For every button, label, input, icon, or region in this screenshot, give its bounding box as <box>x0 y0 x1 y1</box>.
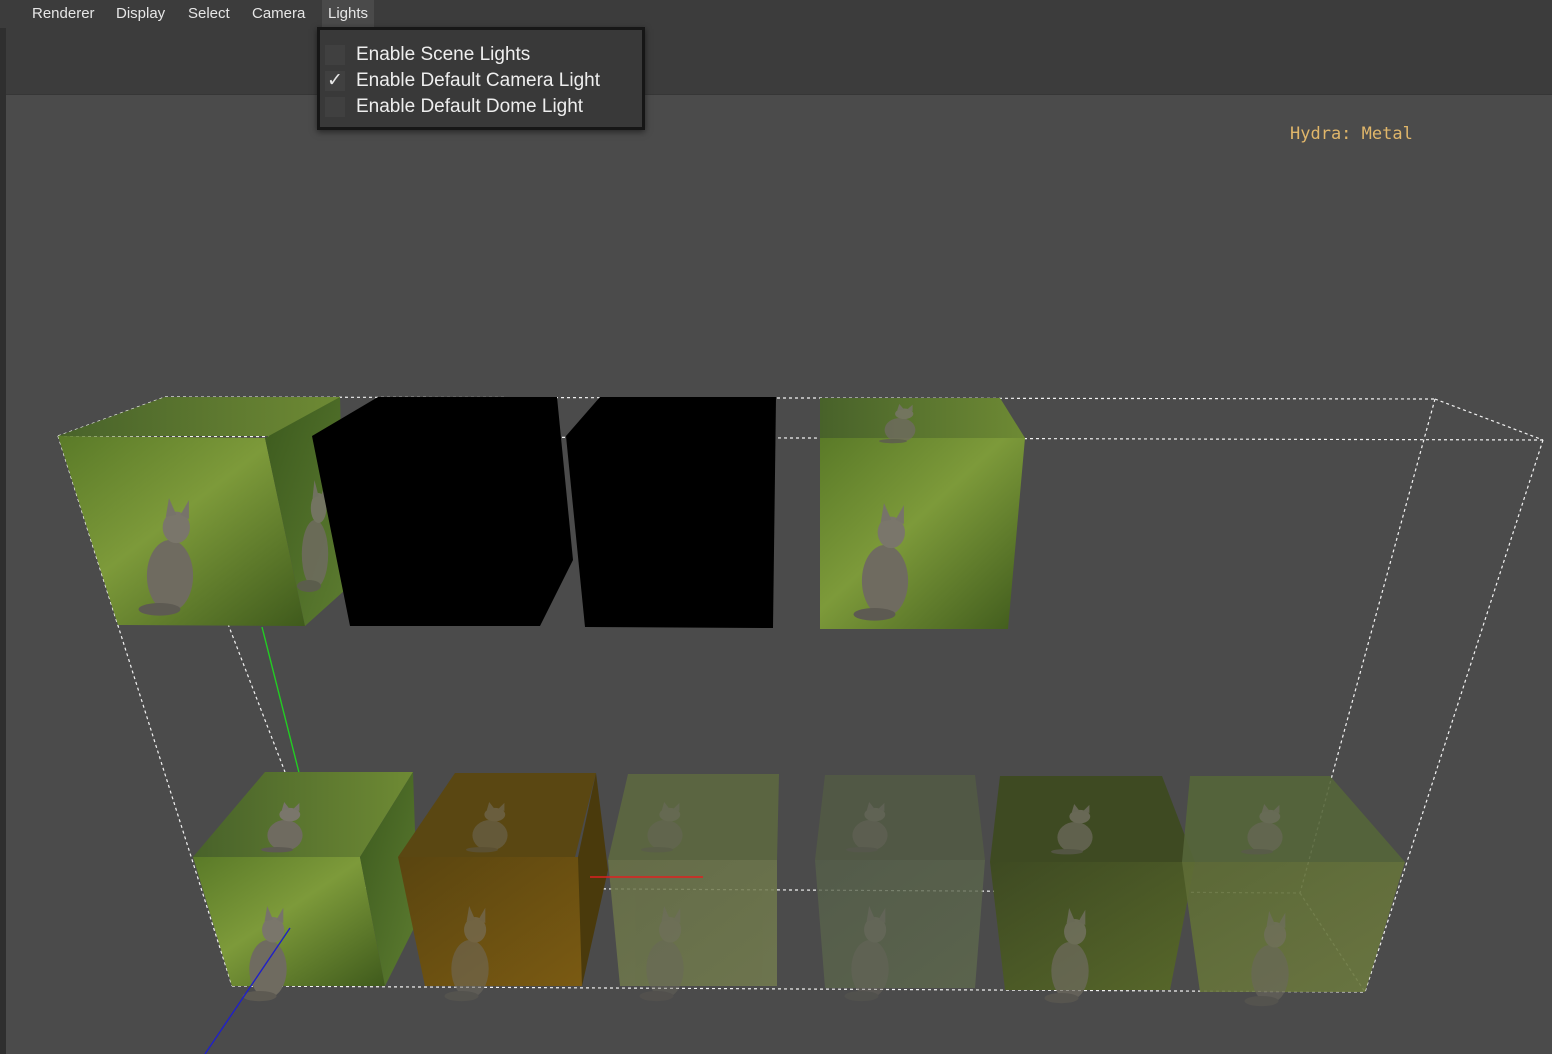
renderer-label: Hydra: Metal <box>1290 124 1413 144</box>
cube-bottom-2 <box>398 773 608 1002</box>
cube-bottom-5 <box>990 776 1195 1004</box>
menu-renderer[interactable]: Renderer <box>26 0 101 27</box>
cube-top-4 <box>820 398 1025 629</box>
menu-item-enable-scene-lights[interactable]: ✓ Enable Scene Lights <box>320 42 642 68</box>
cube-bottom-4 <box>815 775 985 1002</box>
menu-item-label: Enable Default Dome Light <box>356 96 584 117</box>
menu-bar: Renderer Display Select Camera Lights <box>0 0 1552 28</box>
lights-menu-dropdown: ✓ Enable Scene Lights ✓ Enable Default C… <box>317 27 645 130</box>
scene-render <box>57 396 1544 1054</box>
checkbox-icon: ✓ <box>325 45 345 65</box>
menu-lights[interactable]: Lights <box>322 0 375 27</box>
cube-top-3-black <box>566 397 776 628</box>
checkbox-icon: ✓ <box>325 97 345 117</box>
menu-item-enable-default-dome-light[interactable]: ✓ Enable Default Dome Light <box>320 94 642 120</box>
menu-select[interactable]: Select <box>182 0 236 27</box>
menu-camera[interactable]: Camera <box>246 0 311 27</box>
3d-viewport[interactable] <box>6 95 1552 1054</box>
menu-item-enable-default-camera-light[interactable]: ✓ Enable Default Camera Light <box>320 68 642 94</box>
cube-top-1 <box>58 397 345 626</box>
checkmark-icon: ✓ <box>325 71 345 91</box>
toolbar-area <box>6 28 1552 95</box>
usdview-window: Renderer Display Select Camera Lights Hy… <box>0 0 1552 1054</box>
menu-item-label: Enable Default Camera Light <box>356 70 600 91</box>
cube-top-2-black <box>312 397 573 626</box>
menu-item-label: Enable Scene Lights <box>356 44 531 65</box>
cube-bottom-1 <box>193 772 418 1002</box>
menu-display[interactable]: Display <box>110 0 171 27</box>
cube-bottom-3 <box>608 774 779 1002</box>
